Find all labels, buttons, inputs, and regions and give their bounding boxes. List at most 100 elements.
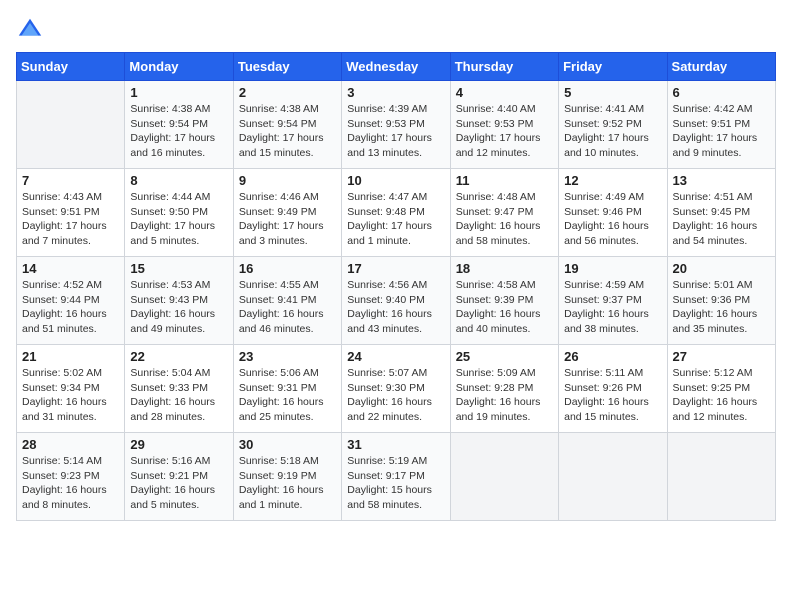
calendar-week-row: 7 Sunrise: 4:43 AM Sunset: 9:51 PM Daylig…: [17, 169, 776, 257]
day-number: 13: [673, 173, 770, 188]
calendar-table: SundayMondayTuesdayWednesdayThursdayFrid…: [16, 52, 776, 521]
page-header: [16, 16, 776, 44]
day-info: Sunrise: 5:19 AM Sunset: 9:17 PM Dayligh…: [347, 454, 444, 513]
day-info: Sunrise: 4:56 AM Sunset: 9:40 PM Dayligh…: [347, 278, 444, 337]
day-info: Sunrise: 4:40 AM Sunset: 9:53 PM Dayligh…: [456, 102, 553, 161]
day-info: Sunrise: 5:07 AM Sunset: 9:30 PM Dayligh…: [347, 366, 444, 425]
day-number: 29: [130, 437, 227, 452]
day-of-week-header: Monday: [125, 53, 233, 81]
calendar-week-row: 28 Sunrise: 5:14 AM Sunset: 9:23 PM Dayli…: [17, 433, 776, 521]
day-info: Sunrise: 5:04 AM Sunset: 9:33 PM Dayligh…: [130, 366, 227, 425]
day-number: 28: [22, 437, 119, 452]
day-of-week-header: Friday: [559, 53, 667, 81]
calendar-cell: 25 Sunrise: 5:09 AM Sunset: 9:28 PM Dayli…: [450, 345, 558, 433]
day-info: Sunrise: 4:48 AM Sunset: 9:47 PM Dayligh…: [456, 190, 553, 249]
day-of-week-header: Saturday: [667, 53, 775, 81]
day-info: Sunrise: 5:16 AM Sunset: 9:21 PM Dayligh…: [130, 454, 227, 513]
calendar-cell: [17, 81, 125, 169]
calendar-cell: 1 Sunrise: 4:38 AM Sunset: 9:54 PM Daylig…: [125, 81, 233, 169]
day-info: Sunrise: 4:49 AM Sunset: 9:46 PM Dayligh…: [564, 190, 661, 249]
day-number: 12: [564, 173, 661, 188]
calendar-cell: 30Sunrise: 5:18 AM Sunset: 9:19 PM Dayli…: [233, 433, 341, 521]
day-number: 22: [130, 349, 227, 364]
day-of-week-header: Thursday: [450, 53, 558, 81]
day-number: 21: [22, 349, 119, 364]
day-number: 15: [130, 261, 227, 276]
day-info: Sunrise: 4:55 AM Sunset: 9:41 PM Dayligh…: [239, 278, 336, 337]
day-number: 7: [22, 173, 119, 188]
calendar-cell: [667, 433, 775, 521]
day-number: 4: [456, 85, 553, 100]
day-number: 18: [456, 261, 553, 276]
day-info: Sunrise: 5:12 AM Sunset: 9:25 PM Dayligh…: [673, 366, 770, 425]
day-number: 27: [673, 349, 770, 364]
calendar-cell: 14 Sunrise: 4:52 AM Sunset: 9:44 PM Dayli…: [17, 257, 125, 345]
day-number: 1: [130, 85, 227, 100]
day-info: Sunrise: 4:41 AM Sunset: 9:52 PM Dayligh…: [564, 102, 661, 161]
day-info: Sunrise: 4:51 AM Sunset: 9:45 PM Dayligh…: [673, 190, 770, 249]
day-number: 3: [347, 85, 444, 100]
calendar-week-row: 14 Sunrise: 4:52 AM Sunset: 9:44 PM Dayli…: [17, 257, 776, 345]
day-number: 11: [456, 173, 553, 188]
calendar-cell: 13 Sunrise: 4:51 AM Sunset: 9:45 PM Dayli…: [667, 169, 775, 257]
calendar-cell: 18 Sunrise: 4:58 AM Sunset: 9:39 PM Dayli…: [450, 257, 558, 345]
day-number: 19: [564, 261, 661, 276]
day-number: 16: [239, 261, 336, 276]
calendar-cell: 24 Sunrise: 5:07 AM Sunset: 9:30 PM Dayli…: [342, 345, 450, 433]
day-number: 14: [22, 261, 119, 276]
day-info: Sunrise: 4:52 AM Sunset: 9:44 PM Dayligh…: [22, 278, 119, 337]
calendar-cell: 27 Sunrise: 5:12 AM Sunset: 9:25 PM Dayli…: [667, 345, 775, 433]
calendar-cell: 23 Sunrise: 5:06 AM Sunset: 9:31 PM Dayli…: [233, 345, 341, 433]
day-number: 5: [564, 85, 661, 100]
day-info: Sunrise: 5:14 AM Sunset: 9:23 PM Dayligh…: [22, 454, 119, 513]
day-info: Sunrise: 4:38 AM Sunset: 9:54 PM Dayligh…: [130, 102, 227, 161]
calendar-cell: 28 Sunrise: 5:14 AM Sunset: 9:23 PM Dayli…: [17, 433, 125, 521]
day-info: Sunrise: 5:06 AM Sunset: 9:31 PM Dayligh…: [239, 366, 336, 425]
day-info: Sunrise: 4:53 AM Sunset: 9:43 PM Dayligh…: [130, 278, 227, 337]
calendar-cell: 20 Sunrise: 5:01 AM Sunset: 9:36 PM Dayli…: [667, 257, 775, 345]
day-info: Sunrise: 4:39 AM Sunset: 9:53 PM Dayligh…: [347, 102, 444, 161]
day-of-week-header: Sunday: [17, 53, 125, 81]
calendar-cell: 29 Sunrise: 5:16 AM Sunset: 9:21 PM Dayli…: [125, 433, 233, 521]
calendar-cell: 21 Sunrise: 5:02 AM Sunset: 9:34 PM Dayli…: [17, 345, 125, 433]
calendar-cell: 8Sunrise: 4:44 AM Sunset: 9:50 PM Daylig…: [125, 169, 233, 257]
calendar-cell: 31 Sunrise: 5:19 AM Sunset: 9:17 PM Dayli…: [342, 433, 450, 521]
calendar-cell: 19 Sunrise: 4:59 AM Sunset: 9:37 PM Dayli…: [559, 257, 667, 345]
day-number: 25: [456, 349, 553, 364]
calendar-cell: 15 Sunrise: 4:53 AM Sunset: 9:43 PM Dayli…: [125, 257, 233, 345]
day-number: 10: [347, 173, 444, 188]
day-of-week-header: Tuesday: [233, 53, 341, 81]
day-info: Sunrise: 5:01 AM Sunset: 9:36 PM Dayligh…: [673, 278, 770, 337]
logo: [16, 16, 48, 44]
day-number: 24: [347, 349, 444, 364]
day-info: Sunrise: 4:58 AM Sunset: 9:39 PM Dayligh…: [456, 278, 553, 337]
logo-icon: [16, 16, 44, 44]
calendar-cell: 4 Sunrise: 4:40 AM Sunset: 9:53 PM Daylig…: [450, 81, 558, 169]
day-number: 17: [347, 261, 444, 276]
calendar-cell: 26Sunrise: 5:11 AM Sunset: 9:26 PM Dayli…: [559, 345, 667, 433]
calendar-week-row: 1 Sunrise: 4:38 AM Sunset: 9:54 PM Daylig…: [17, 81, 776, 169]
day-info: Sunrise: 4:46 AM Sunset: 9:49 PM Dayligh…: [239, 190, 336, 249]
calendar-cell: 6Sunrise: 4:42 AM Sunset: 9:51 PM Daylig…: [667, 81, 775, 169]
day-number: 31: [347, 437, 444, 452]
day-of-week-header: Wednesday: [342, 53, 450, 81]
day-info: Sunrise: 5:11 AM Sunset: 9:26 PM Dayligh…: [564, 366, 661, 425]
calendar-cell: 7 Sunrise: 4:43 AM Sunset: 9:51 PM Daylig…: [17, 169, 125, 257]
day-info: Sunrise: 4:47 AM Sunset: 9:48 PM Dayligh…: [347, 190, 444, 249]
calendar-cell: 10 Sunrise: 4:47 AM Sunset: 9:48 PM Dayli…: [342, 169, 450, 257]
calendar-header-row: SundayMondayTuesdayWednesdayThursdayFrid…: [17, 53, 776, 81]
calendar-cell: 9 Sunrise: 4:46 AM Sunset: 9:49 PM Daylig…: [233, 169, 341, 257]
day-info: Sunrise: 5:09 AM Sunset: 9:28 PM Dayligh…: [456, 366, 553, 425]
day-info: Sunrise: 4:43 AM Sunset: 9:51 PM Dayligh…: [22, 190, 119, 249]
day-number: 30: [239, 437, 336, 452]
day-number: 6: [673, 85, 770, 100]
day-info: Sunrise: 5:02 AM Sunset: 9:34 PM Dayligh…: [22, 366, 119, 425]
calendar-cell: 12 Sunrise: 4:49 AM Sunset: 9:46 PM Dayli…: [559, 169, 667, 257]
calendar-cell: 22 Sunrise: 5:04 AM Sunset: 9:33 PM Dayli…: [125, 345, 233, 433]
calendar-cell: 5 Sunrise: 4:41 AM Sunset: 9:52 PM Daylig…: [559, 81, 667, 169]
day-number: 9: [239, 173, 336, 188]
day-number: 20: [673, 261, 770, 276]
day-number: 23: [239, 349, 336, 364]
day-info: Sunrise: 4:38 AM Sunset: 9:54 PM Dayligh…: [239, 102, 336, 161]
day-info: Sunrise: 4:59 AM Sunset: 9:37 PM Dayligh…: [564, 278, 661, 337]
